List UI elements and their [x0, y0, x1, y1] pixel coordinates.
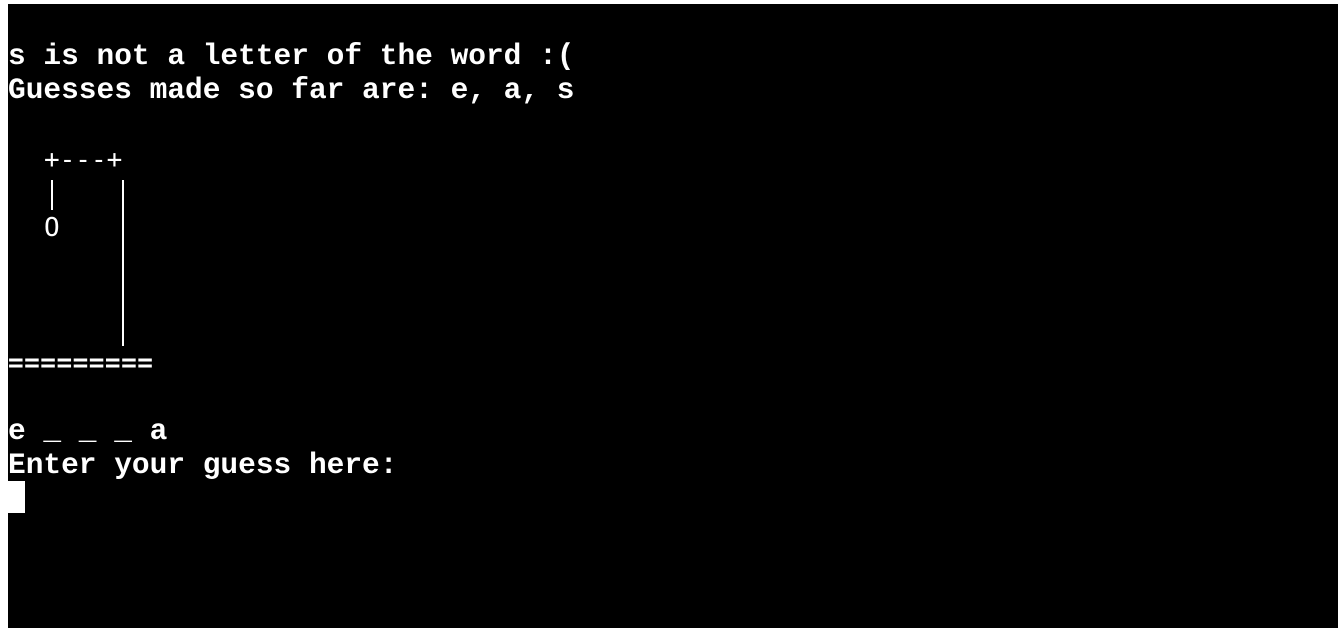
- result-message: s is not a letter of the word :(: [8, 39, 575, 73]
- gallows-top-beam: +---+: [44, 145, 123, 175]
- guesses-made-line: Guesses made so far are: e, a, s: [8, 73, 575, 107]
- gallows-post: [122, 180, 124, 346]
- gallows-rope: [51, 180, 53, 210]
- guess-prompt: Enter your guess here:: [8, 448, 398, 482]
- terminal-window[interactable]: s is not a letter of the word :( Guesses…: [8, 4, 1338, 628]
- word-progress: e _ _ _ a: [8, 414, 168, 448]
- hangman-gallows: +---+ O =========: [8, 142, 208, 382]
- hangman-head: O: [44, 213, 60, 243]
- gallows-base: =========: [8, 348, 154, 378]
- input-cursor[interactable]: [8, 481, 25, 513]
